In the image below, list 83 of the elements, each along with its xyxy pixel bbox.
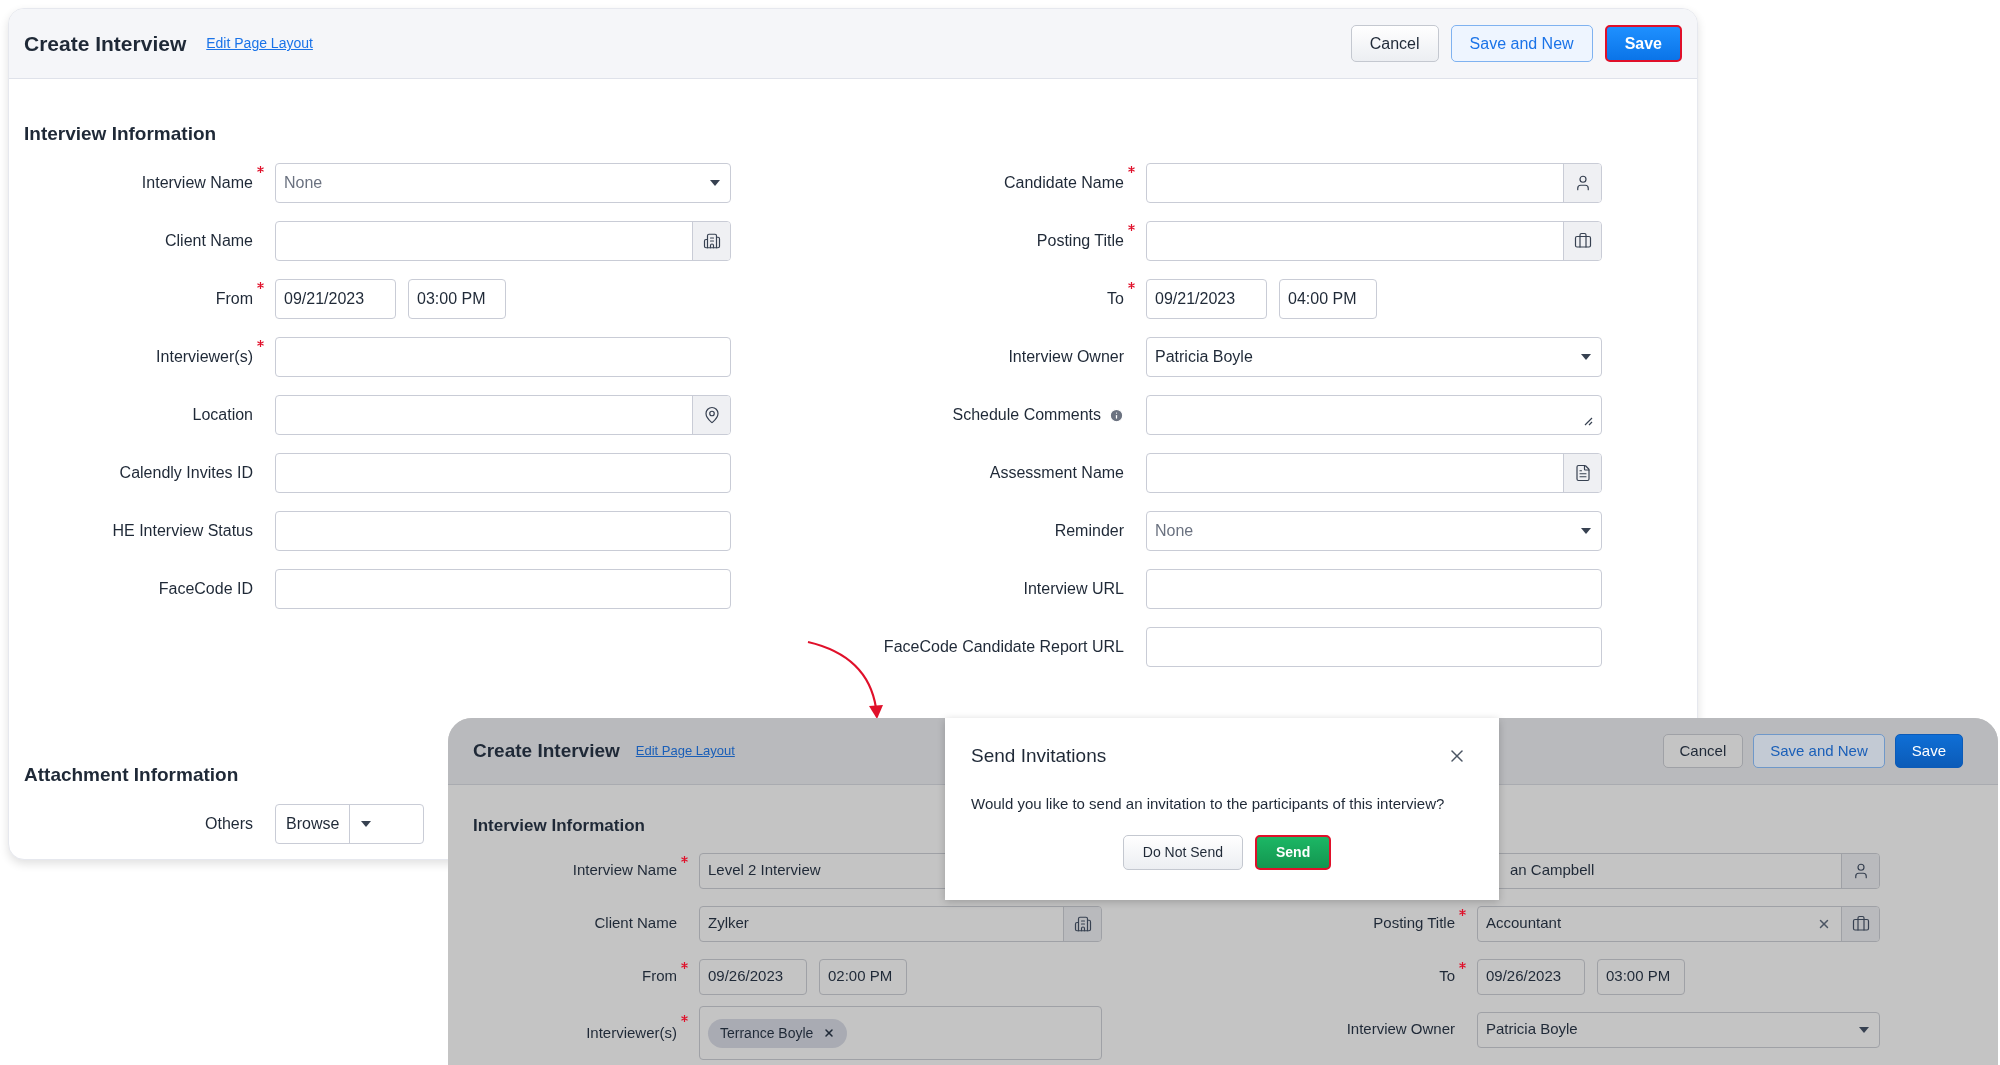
- building-icon[interactable]: [1073, 914, 1092, 933]
- field-label: Location: [192, 405, 253, 425]
- field-label: HE Interview Status: [112, 521, 253, 541]
- primary-button[interactable]: Save: [1604, 25, 1682, 62]
- secondary-button[interactable]: Cancel: [1662, 734, 1744, 768]
- input-field[interactable]: [275, 453, 731, 493]
- primary-button[interactable]: Save: [1894, 734, 1963, 768]
- input-field[interactable]: [1146, 569, 1602, 609]
- time-field[interactable]: 03:00 PM: [408, 279, 506, 319]
- field-label: Interview Owner: [1008, 347, 1124, 367]
- interviewers-field[interactable]: Terrance Boyle: [699, 1006, 1102, 1060]
- secondary-button[interactable]: Save and New: [1450, 25, 1593, 62]
- field-label: Posting Title: [1373, 914, 1455, 933]
- field-label: From: [215, 289, 253, 309]
- section-heading: Attachment Information: [24, 763, 240, 787]
- field-label: Calendly Invites ID: [119, 463, 253, 483]
- field-label: Interview Name: [141, 173, 253, 193]
- field-label: Interviewer(s): [586, 1023, 677, 1043]
- input-field[interactable]: [1146, 221, 1602, 261]
- secondary-button[interactable]: Save and New: [1753, 734, 1885, 768]
- dropdown-caret-icon: [1581, 354, 1591, 360]
- browse-button[interactable]: Browse: [275, 804, 425, 844]
- secondary-button[interactable]: Do Not Send: [1122, 835, 1243, 870]
- field-label: Others: [205, 814, 253, 834]
- dialog-title: Send Invitations: [971, 744, 1107, 768]
- edit-layout-link[interactable]: Edit Page Layout: [206, 33, 313, 54]
- remove-icon[interactable]: [823, 1027, 836, 1039]
- dropdown-caret-icon: [1581, 528, 1591, 534]
- briefcase-icon[interactable]: [1573, 232, 1592, 250]
- dropdown-caret-icon: [1859, 1026, 1869, 1033]
- time-field[interactable]: 03:00 PM: [1597, 958, 1685, 995]
- dropdown-caret-icon: [710, 180, 720, 186]
- input-field[interactable]: Accountant: [1477, 905, 1880, 942]
- input-field[interactable]: Zylker: [699, 905, 1102, 942]
- field-label: To: [1107, 289, 1124, 309]
- section-heading: Interview Information: [24, 122, 218, 146]
- field-label: Interview URL: [1023, 579, 1124, 599]
- date-field[interactable]: 09/26/2023: [1477, 958, 1585, 995]
- comments-field[interactable]: [1146, 395, 1602, 435]
- field-label: Candidate Name: [1003, 173, 1124, 193]
- field-label: Interview Owner: [1346, 1020, 1455, 1039]
- field-label: Posting Title: [1036, 231, 1124, 251]
- field-label: FaceCode Candidate Report URL: [883, 637, 1124, 657]
- input-field[interactable]: [275, 511, 731, 551]
- input-field[interactable]: [1146, 453, 1602, 493]
- field-label: FaceCode ID: [158, 579, 253, 599]
- field-label: Interviewer(s): [156, 347, 253, 367]
- field-label: Client Name: [164, 231, 253, 251]
- document-icon[interactable]: [1573, 464, 1592, 482]
- field-label: Schedule Comments: [952, 405, 1101, 425]
- input-field[interactable]: [275, 221, 731, 261]
- person-tag: Terrance Boyle: [708, 1018, 848, 1048]
- dropdown-caret-icon: [361, 821, 372, 827]
- dropdown-field[interactable]: None: [275, 163, 731, 203]
- field-label: From: [642, 967, 677, 986]
- input-field[interactable]: [1146, 163, 1602, 203]
- input-field[interactable]: [275, 395, 731, 435]
- form-title: Create Interview: [473, 738, 620, 763]
- input-field[interactable]: [275, 569, 731, 609]
- dialog-message: Would you like to send an invitation to the participants of this interview?: [971, 793, 1446, 814]
- map-pin-icon[interactable]: [702, 406, 721, 424]
- building-icon[interactable]: [702, 232, 721, 250]
- input-field[interactable]: [275, 337, 731, 377]
- input-field[interactable]: [1146, 627, 1602, 667]
- time-field[interactable]: 02:00 PM: [819, 958, 907, 995]
- field-label: Reminder: [1054, 521, 1124, 541]
- date-field[interactable]: 09/21/2023: [1146, 279, 1267, 319]
- briefcase-icon[interactable]: [1851, 914, 1870, 933]
- field-label: To: [1439, 967, 1455, 986]
- field-label: Client Name: [594, 914, 677, 933]
- time-field[interactable]: 04:00 PM: [1279, 279, 1377, 319]
- dropdown-field[interactable]: None: [1146, 511, 1602, 551]
- section-heading: Interview Information: [473, 816, 646, 836]
- date-field[interactable]: 09/21/2023: [275, 279, 396, 319]
- field-label: Assessment Name: [989, 463, 1124, 483]
- dropdown-field[interactable]: Patricia Boyle: [1146, 337, 1602, 377]
- secondary-button[interactable]: Cancel: [1350, 25, 1439, 62]
- form-title: Create Interview: [24, 30, 187, 57]
- info-icon[interactable]: [1109, 407, 1124, 423]
- resize-handle-icon[interactable]: [1584, 417, 1593, 426]
- dropdown-field[interactable]: Patricia Boyle: [1477, 1011, 1880, 1048]
- field-label: Interview Name: [572, 861, 677, 880]
- date-field[interactable]: 09/26/2023: [699, 958, 807, 995]
